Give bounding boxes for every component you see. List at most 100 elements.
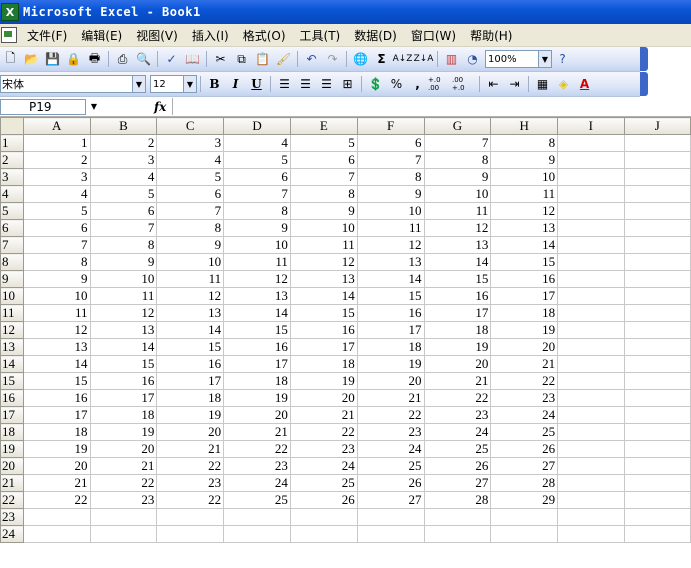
cell-c7[interactable]: 9 xyxy=(156,236,225,254)
cell-g7[interactable]: 13 xyxy=(423,236,492,254)
row-header[interactable]: 14 xyxy=(0,355,24,373)
cell-i12[interactable] xyxy=(557,321,625,339)
align-left-icon[interactable]: ☰ xyxy=(274,74,295,94)
cell-c10[interactable]: 12 xyxy=(156,287,225,305)
cell-f8[interactable]: 13 xyxy=(356,253,425,271)
cell-b13[interactable]: 14 xyxy=(89,338,158,356)
cell-c9[interactable]: 11 xyxy=(156,270,225,288)
cell-a22[interactable]: 22 xyxy=(22,491,91,509)
cell-d14[interactable]: 17 xyxy=(223,355,291,373)
row-header[interactable]: 16 xyxy=(0,389,24,407)
cell-c8[interactable]: 10 xyxy=(156,253,225,271)
cell-e21[interactable]: 25 xyxy=(289,474,358,492)
cell-f1[interactable]: 6 xyxy=(356,134,425,152)
cell-j23[interactable] xyxy=(623,508,691,526)
toolbar-options-icon[interactable] xyxy=(640,72,648,96)
cell-c17[interactable]: 19 xyxy=(156,406,225,424)
cell-a9[interactable]: 9 xyxy=(22,270,91,288)
cell-f22[interactable]: 27 xyxy=(356,491,425,509)
cell-d8[interactable]: 11 xyxy=(223,253,291,271)
format-painter-icon[interactable]: 🖌 xyxy=(273,49,294,69)
cell-f13[interactable]: 18 xyxy=(356,338,425,356)
cell-g12[interactable]: 18 xyxy=(423,321,492,339)
row-header[interactable]: 9 xyxy=(0,270,24,288)
cell-j10[interactable] xyxy=(623,287,691,305)
cell-c12[interactable]: 14 xyxy=(156,321,225,339)
increase-decimal-button[interactable]: +.0 .00 xyxy=(428,74,452,94)
cell-h9[interactable]: 16 xyxy=(490,270,559,288)
cell-g23[interactable] xyxy=(423,508,492,526)
menu-data[interactable]: 数据(D) xyxy=(348,27,405,44)
cell-a6[interactable]: 6 xyxy=(22,219,91,237)
cell-f10[interactable]: 15 xyxy=(356,287,425,305)
cell-h13[interactable]: 20 xyxy=(490,338,559,356)
cell-b7[interactable]: 8 xyxy=(89,236,158,254)
cell-c3[interactable]: 5 xyxy=(156,168,225,186)
cell-g5[interactable]: 11 xyxy=(423,202,492,220)
cell-h3[interactable]: 10 xyxy=(490,168,559,186)
paste-icon[interactable]: 📋 xyxy=(252,49,273,69)
cell-a3[interactable]: 3 xyxy=(22,168,91,186)
cell-g3[interactable]: 9 xyxy=(423,168,492,186)
cell-a4[interactable]: 4 xyxy=(22,185,91,203)
cell-i6[interactable] xyxy=(557,219,625,237)
cell-d15[interactable]: 18 xyxy=(223,372,291,390)
cell-d4[interactable]: 7 xyxy=(223,185,291,203)
cell-a15[interactable]: 15 xyxy=(22,372,91,390)
cell-h10[interactable]: 17 xyxy=(490,287,559,305)
menu-insert[interactable]: 插入(I) xyxy=(186,27,237,44)
cell-c2[interactable]: 4 xyxy=(156,151,225,169)
cell-b23[interactable] xyxy=(89,508,158,526)
cell-c11[interactable]: 13 xyxy=(156,304,225,322)
cell-j2[interactable] xyxy=(623,151,691,169)
cell-a21[interactable]: 21 xyxy=(22,474,91,492)
cell-j1[interactable] xyxy=(623,134,691,152)
cell-a18[interactable]: 18 xyxy=(22,423,91,441)
drawing-icon[interactable]: ◔ xyxy=(462,49,483,69)
print-icon[interactable]: ⎙ xyxy=(112,49,133,69)
row-header[interactable]: 24 xyxy=(0,525,24,543)
cell-a14[interactable]: 14 xyxy=(22,355,91,373)
cell-a2[interactable]: 2 xyxy=(22,151,91,169)
cell-h17[interactable]: 24 xyxy=(490,406,559,424)
column-header-g[interactable]: G xyxy=(423,117,492,135)
row-header[interactable]: 19 xyxy=(0,440,24,458)
cell-e24[interactable] xyxy=(289,525,358,543)
cell-j21[interactable] xyxy=(623,474,691,492)
cell-i15[interactable] xyxy=(557,372,625,390)
row-header[interactable]: 6 xyxy=(0,219,24,237)
copy-icon[interactable]: ⧉ xyxy=(231,49,252,69)
cell-a16[interactable]: 16 xyxy=(22,389,91,407)
comma-button[interactable]: , xyxy=(407,74,428,94)
cell-j7[interactable] xyxy=(623,236,691,254)
cell-b2[interactable]: 3 xyxy=(89,151,158,169)
save-icon[interactable]: 💾 xyxy=(42,49,63,69)
row-header[interactable]: 12 xyxy=(0,321,24,339)
cell-f7[interactable]: 12 xyxy=(356,236,425,254)
cell-g16[interactable]: 22 xyxy=(423,389,492,407)
cell-i4[interactable] xyxy=(557,185,625,203)
cell-i22[interactable] xyxy=(557,491,625,509)
increase-indent-icon[interactable]: ⇥ xyxy=(504,74,525,94)
chart-wizard-icon[interactable]: ▥ xyxy=(441,49,462,69)
column-header-c[interactable]: C xyxy=(156,117,225,135)
row-header[interactable]: 4 xyxy=(0,185,24,203)
column-header-e[interactable]: E xyxy=(289,117,358,135)
cell-d19[interactable]: 22 xyxy=(223,440,291,458)
cell-d6[interactable]: 9 xyxy=(223,219,291,237)
row-header[interactable]: 5 xyxy=(0,202,24,220)
cell-j15[interactable] xyxy=(623,372,691,390)
cell-c23[interactable] xyxy=(156,508,225,526)
cell-d12[interactable]: 15 xyxy=(223,321,291,339)
cell-c15[interactable]: 17 xyxy=(156,372,225,390)
cell-a11[interactable]: 11 xyxy=(22,304,91,322)
cell-e12[interactable]: 16 xyxy=(289,321,358,339)
font-color-button[interactable]: A xyxy=(574,74,595,94)
cell-b9[interactable]: 10 xyxy=(89,270,158,288)
cell-j6[interactable] xyxy=(623,219,691,237)
cell-j5[interactable] xyxy=(623,202,691,220)
cell-c21[interactable]: 23 xyxy=(156,474,225,492)
cell-i23[interactable] xyxy=(557,508,625,526)
cut-icon[interactable]: ✂ xyxy=(210,49,231,69)
cell-e4[interactable]: 8 xyxy=(289,185,358,203)
